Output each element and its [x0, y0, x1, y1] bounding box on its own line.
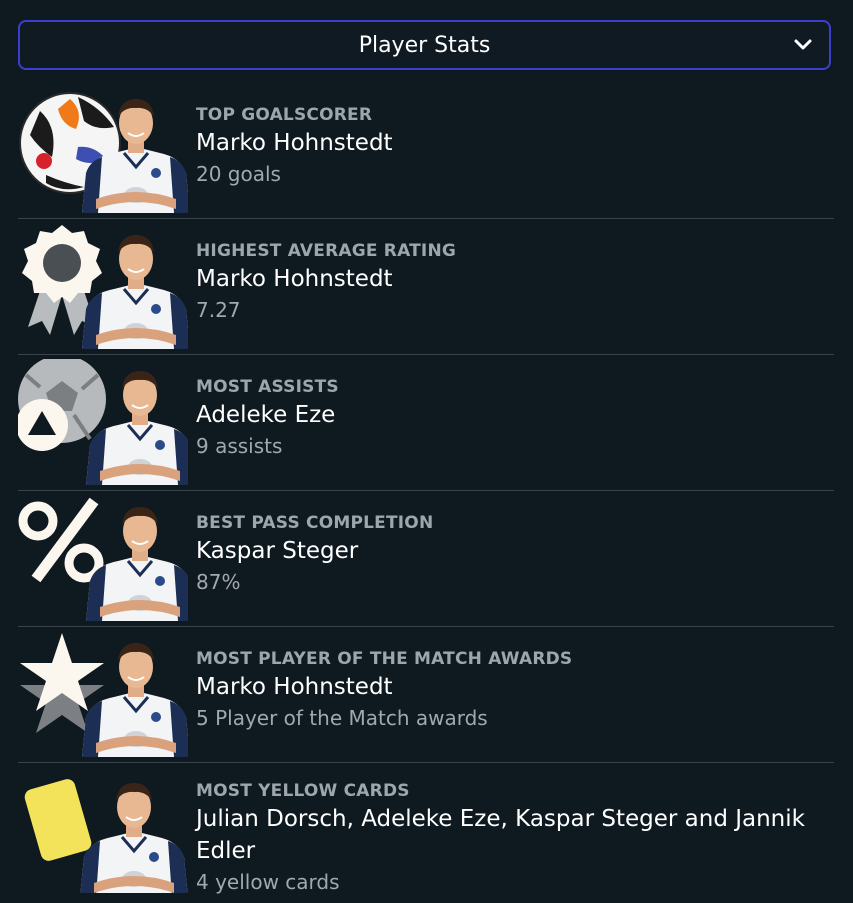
- player-name[interactable]: Adeleke Eze: [196, 399, 826, 431]
- stats-list: TOP GOALSCORER Marko Hohnstedt 20 goals …: [18, 83, 834, 903]
- stat-category: MOST YELLOW CARDS: [196, 781, 410, 801]
- dropdown-label: Player Stats: [358, 32, 491, 58]
- player-name[interactable]: Marko Hohnstedt: [196, 263, 826, 295]
- stat-value: 87%: [196, 570, 241, 594]
- percent-icon: [18, 497, 104, 583]
- stat-media: [22, 225, 188, 349]
- stat-category: MOST ASSISTS: [196, 377, 339, 397]
- stat-media: [18, 497, 188, 621]
- stat-value: 4 yellow cards: [196, 870, 340, 894]
- stat-value: 9 assists: [196, 434, 283, 458]
- stat-row-most-assists[interactable]: MOST ASSISTS Adeleke Eze 9 assists: [18, 355, 834, 491]
- stat-value: 7.27: [196, 298, 241, 322]
- stat-value: 20 goals: [196, 162, 281, 186]
- stat-category: BEST PASS COMPLETION: [196, 513, 434, 533]
- player-name[interactable]: Marko Hohnstedt: [196, 671, 826, 703]
- stat-media: [19, 92, 188, 213]
- assist-ball-icon: [18, 359, 106, 451]
- chevron-down-icon[interactable]: [793, 37, 813, 53]
- player-name[interactable]: Kaspar Steger: [196, 535, 826, 567]
- stat-row-best-pass-completion[interactable]: BEST PASS COMPLETION Kaspar Steger 87%: [18, 491, 834, 627]
- stat-value: 5 Player of the Match awards: [196, 706, 488, 730]
- player-portrait: [78, 781, 188, 893]
- stat-row-top-goalscorer[interactable]: TOP GOALSCORER Marko Hohnstedt 20 goals: [18, 83, 834, 219]
- stat-media: [24, 779, 188, 893]
- stat-category: MOST PLAYER OF THE MATCH AWARDS: [196, 649, 573, 669]
- player-name[interactable]: Julian Dorsch, Adeleke Eze, Kaspar Stege…: [196, 803, 826, 867]
- stat-row-most-yellow-cards[interactable]: MOST YELLOW CARDS Julian Dorsch, Adeleke…: [18, 763, 834, 903]
- stat-media: [20, 633, 188, 757]
- stat-row-most-potm-awards[interactable]: MOST PLAYER OF THE MATCH AWARDS Marko Ho…: [18, 627, 834, 763]
- stat-media: [18, 359, 188, 485]
- player-name[interactable]: Marko Hohnstedt: [196, 127, 826, 159]
- stat-row-highest-average-rating[interactable]: HIGHEST AVERAGE RATING Marko Hohnstedt 7…: [18, 219, 834, 355]
- stat-category: TOP GOALSCORER: [196, 105, 373, 125]
- stats-type-dropdown[interactable]: Player Stats: [18, 20, 831, 70]
- yellow-card-icon: [24, 779, 92, 861]
- player-portrait: [80, 641, 188, 757]
- stat-category: HIGHEST AVERAGE RATING: [196, 241, 457, 261]
